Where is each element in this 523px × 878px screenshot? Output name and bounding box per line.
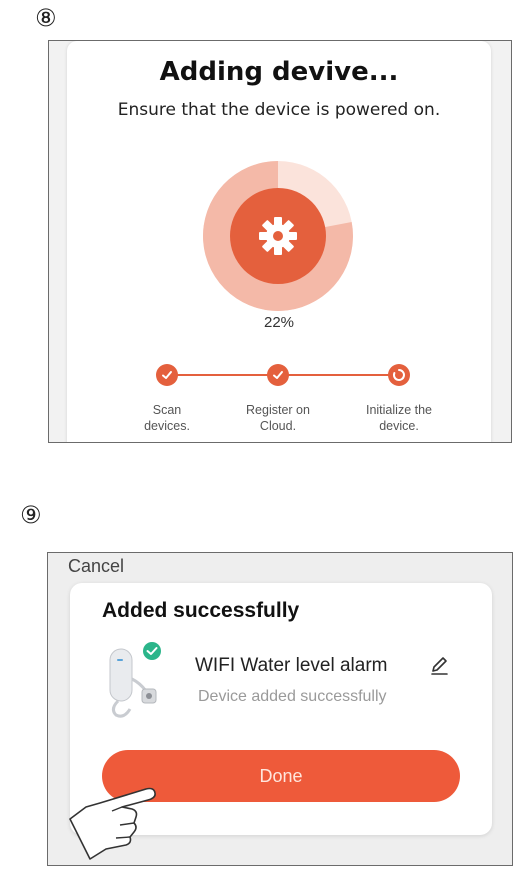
step-number-8: ⑧: [35, 4, 57, 32]
step-register-indicator: [267, 364, 289, 386]
step-scan-indicator: [156, 364, 178, 386]
pencil-icon[interactable]: [428, 655, 450, 677]
step-number-9: ⑨: [20, 501, 42, 529]
spinner-icon: [392, 369, 405, 381]
check-icon: [143, 642, 161, 660]
step-initialize-indicator: [388, 364, 410, 386]
step-initialize-label: Initialize the device.: [365, 403, 432, 433]
instruction-page: ⑧ Adding devive... Ensure that the devic…: [0, 0, 523, 878]
device-status: Device added successfully: [198, 688, 387, 705]
adding-device-screen: Adding devive... Ensure that the device …: [48, 40, 512, 443]
progress-percent: 22%: [263, 314, 295, 331]
pointing-hand-icon: [69, 787, 156, 860]
step-scan-label: Scan devices.: [144, 403, 190, 433]
step-register-label: Register on Cloud.: [246, 403, 310, 433]
check-icon: [162, 371, 172, 379]
added-successfully-screen: Cancel Added successfully WIFI Water lev…: [47, 552, 513, 866]
success-title: Added successfully: [102, 599, 300, 622]
page-subtitle: Ensure that the device is powered on.: [117, 100, 441, 120]
adding-device-card: Adding devive... Ensure that the device …: [67, 41, 491, 442]
page-title: Adding devive...: [159, 57, 399, 87]
device-name: WIFI Water level alarm: [195, 655, 388, 676]
progress-ring: [203, 161, 353, 311]
water-level-alarm-device-image: [109, 642, 161, 718]
cancel-link[interactable]: Cancel: [68, 556, 124, 577]
check-icon: [273, 371, 283, 379]
